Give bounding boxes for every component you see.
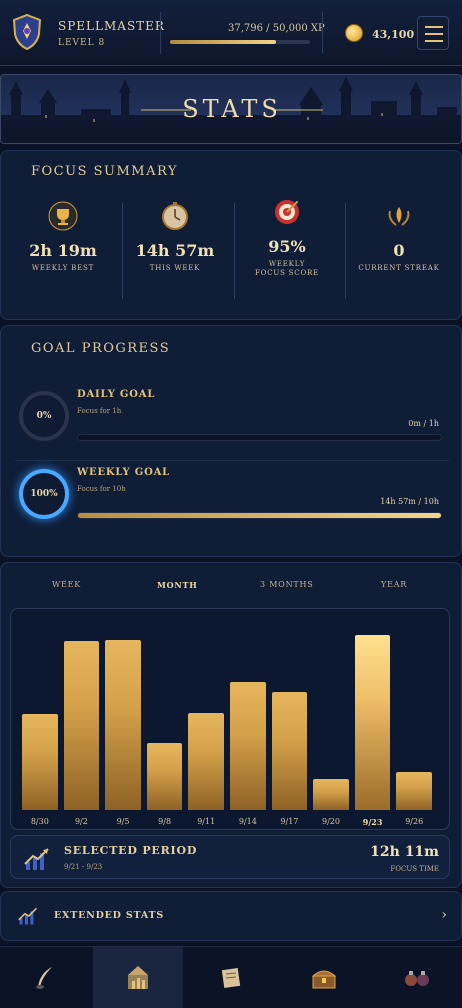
xp-text: 37,796 / 50,000 XP bbox=[228, 23, 325, 34]
goal-amount: 14h 57m / 10h bbox=[380, 497, 439, 506]
quill-icon bbox=[36, 967, 52, 989]
selected-period-panel: SELECTED PERIOD 9/21 - 9/23 12h 11m FOCU… bbox=[10, 835, 450, 879]
stat-value: 2h 19m bbox=[29, 241, 97, 260]
goal-amount: 0m / 1h bbox=[408, 419, 439, 428]
xp-bar bbox=[170, 40, 310, 44]
divider bbox=[122, 203, 123, 299]
chart-bar-9-2[interactable] bbox=[63, 640, 100, 810]
divider bbox=[234, 203, 235, 299]
divider bbox=[345, 203, 346, 299]
chart-bar-9-5[interactable] bbox=[105, 639, 141, 810]
extended-stats-label: EXTENDED STATS bbox=[54, 910, 165, 921]
tab-week[interactable]: WEEK bbox=[52, 580, 81, 589]
laurel-flame-icon bbox=[388, 207, 410, 226]
chart-bar-9-8[interactable] bbox=[146, 742, 183, 810]
weekly-goal-ring: 100% bbox=[19, 469, 69, 519]
chart-x-label: 9/20 bbox=[322, 817, 340, 826]
chart-x-label: 9/11 bbox=[197, 817, 216, 826]
page-title: STATS bbox=[182, 95, 282, 123]
divider bbox=[322, 12, 323, 54]
goal-percent: 0% bbox=[36, 411, 52, 421]
stat-label: THIS WEEK bbox=[149, 264, 201, 272]
stat-value: 14h 57m bbox=[135, 241, 215, 260]
chart-x-label: 9/14 bbox=[238, 817, 257, 826]
chart-bar-9-23[interactable] bbox=[354, 634, 391, 810]
extended-stats-row[interactable]: EXTENDED STATS › bbox=[0, 891, 462, 941]
hamburger-icon bbox=[425, 26, 443, 28]
stat-label: WEEKLY BEST bbox=[31, 264, 95, 272]
weekly-goal-bar bbox=[77, 512, 442, 519]
coin-balance: 43,100 bbox=[372, 28, 415, 41]
goal-percent: 100% bbox=[30, 489, 58, 499]
section-title: GOAL PROGRESS bbox=[31, 341, 171, 356]
goal-progress-card: GOAL PROGRESS 0% DAILY GOAL Focus for 1h… bbox=[0, 325, 462, 557]
top-header: SPELLMASTER LEVEL 8 37,796 / 50,000 XP 4… bbox=[0, 0, 462, 66]
stat-value: 0 bbox=[393, 241, 405, 260]
chart-bar-9-17[interactable] bbox=[271, 692, 308, 810]
shield-crest-icon[interactable] bbox=[12, 14, 42, 50]
chart-x-label: 9/26 bbox=[405, 817, 424, 826]
selected-period-range: 9/21 - 9/23 bbox=[64, 863, 103, 871]
menu-button[interactable] bbox=[417, 16, 449, 50]
nav-treasure[interactable] bbox=[279, 947, 369, 1008]
chevron-right-icon: › bbox=[441, 907, 447, 923]
target-icon bbox=[275, 200, 299, 224]
section-title: FOCUS SUMMARY bbox=[31, 164, 178, 179]
goal-title: DAILY GOAL bbox=[77, 389, 156, 400]
chart-bar-9-14[interactable] bbox=[230, 682, 266, 810]
stat-label: CURRENT STREAK bbox=[358, 264, 440, 272]
xp-bar-fill bbox=[170, 40, 276, 44]
chart-x-label: 9/17 bbox=[280, 817, 299, 826]
goal-bar-fill bbox=[78, 513, 441, 518]
stat-this-week: 14h 57m THIS WEEK bbox=[127, 201, 223, 273]
goal-title: WEEKLY GOAL bbox=[77, 467, 171, 478]
stat-current-streak: 0 CURRENT STREAK bbox=[349, 201, 449, 273]
selected-period-title: SELECTED PERIOD bbox=[64, 844, 198, 857]
nav-scroll[interactable] bbox=[186, 947, 276, 1008]
focus-summary-card: FOCUS SUMMARY 2h 19m WEEKLY BEST 14h 57m… bbox=[0, 150, 462, 320]
potion-shelf-icon bbox=[405, 971, 429, 986]
selected-period-value-label: FOCUS TIME bbox=[390, 865, 439, 873]
divider bbox=[160, 12, 161, 54]
selected-period-value: 12h 11m bbox=[370, 844, 439, 860]
scroll-icon bbox=[221, 967, 241, 989]
chart-x-label: 9/5 bbox=[116, 817, 130, 826]
divider bbox=[15, 460, 449, 461]
coin-icon bbox=[345, 24, 363, 42]
username: SPELLMASTER bbox=[58, 19, 165, 33]
chart-bar-8-30[interactable] bbox=[22, 714, 58, 810]
trophy-icon bbox=[48, 201, 78, 231]
stat-label: WEEKLY FOCUS SCORE bbox=[255, 260, 319, 277]
chart-x-label: 9/23 bbox=[362, 817, 383, 827]
daily-goal-ring: 0% bbox=[19, 391, 69, 441]
stat-weekly-best: 2h 19m WEEKLY BEST bbox=[15, 201, 111, 273]
rising-chart-icon bbox=[24, 848, 49, 870]
tab-month[interactable]: MONTH bbox=[157, 580, 198, 590]
nav-potions[interactable] bbox=[372, 947, 462, 1008]
chart-x-label: 8/30 bbox=[30, 817, 49, 826]
chart-bar-9-11[interactable] bbox=[188, 713, 224, 810]
nav-stats[interactable] bbox=[93, 947, 183, 1008]
goal-subtitle: Focus for 1h bbox=[77, 407, 122, 415]
bottom-navigation bbox=[0, 946, 462, 1008]
stats-castle-icon bbox=[128, 966, 148, 989]
stat-value: 95% bbox=[268, 237, 306, 256]
tab-year[interactable]: YEAR bbox=[381, 580, 407, 589]
stopwatch-icon bbox=[162, 202, 188, 230]
treasure-chest-icon bbox=[311, 970, 337, 989]
chart-x-label: 9/2 bbox=[74, 817, 88, 826]
daily-goal-bar bbox=[77, 434, 442, 441]
user-level: LEVEL 8 bbox=[58, 38, 106, 48]
chart-bar-9-20[interactable] bbox=[313, 779, 349, 810]
goal-subtitle: Focus for 10h bbox=[77, 485, 126, 493]
nav-quill[interactable] bbox=[0, 947, 90, 1008]
chart-x-label: 9/8 bbox=[158, 817, 172, 826]
tab-3-months[interactable]: 3 MONTHS bbox=[260, 580, 314, 589]
rising-chart-icon bbox=[18, 907, 38, 925]
chart-bar-9-26[interactable] bbox=[396, 772, 432, 810]
stat-weekly-focus-score: 95% WEEKLY FOCUS SCORE bbox=[239, 197, 335, 278]
stats-banner: STATS bbox=[0, 74, 462, 144]
